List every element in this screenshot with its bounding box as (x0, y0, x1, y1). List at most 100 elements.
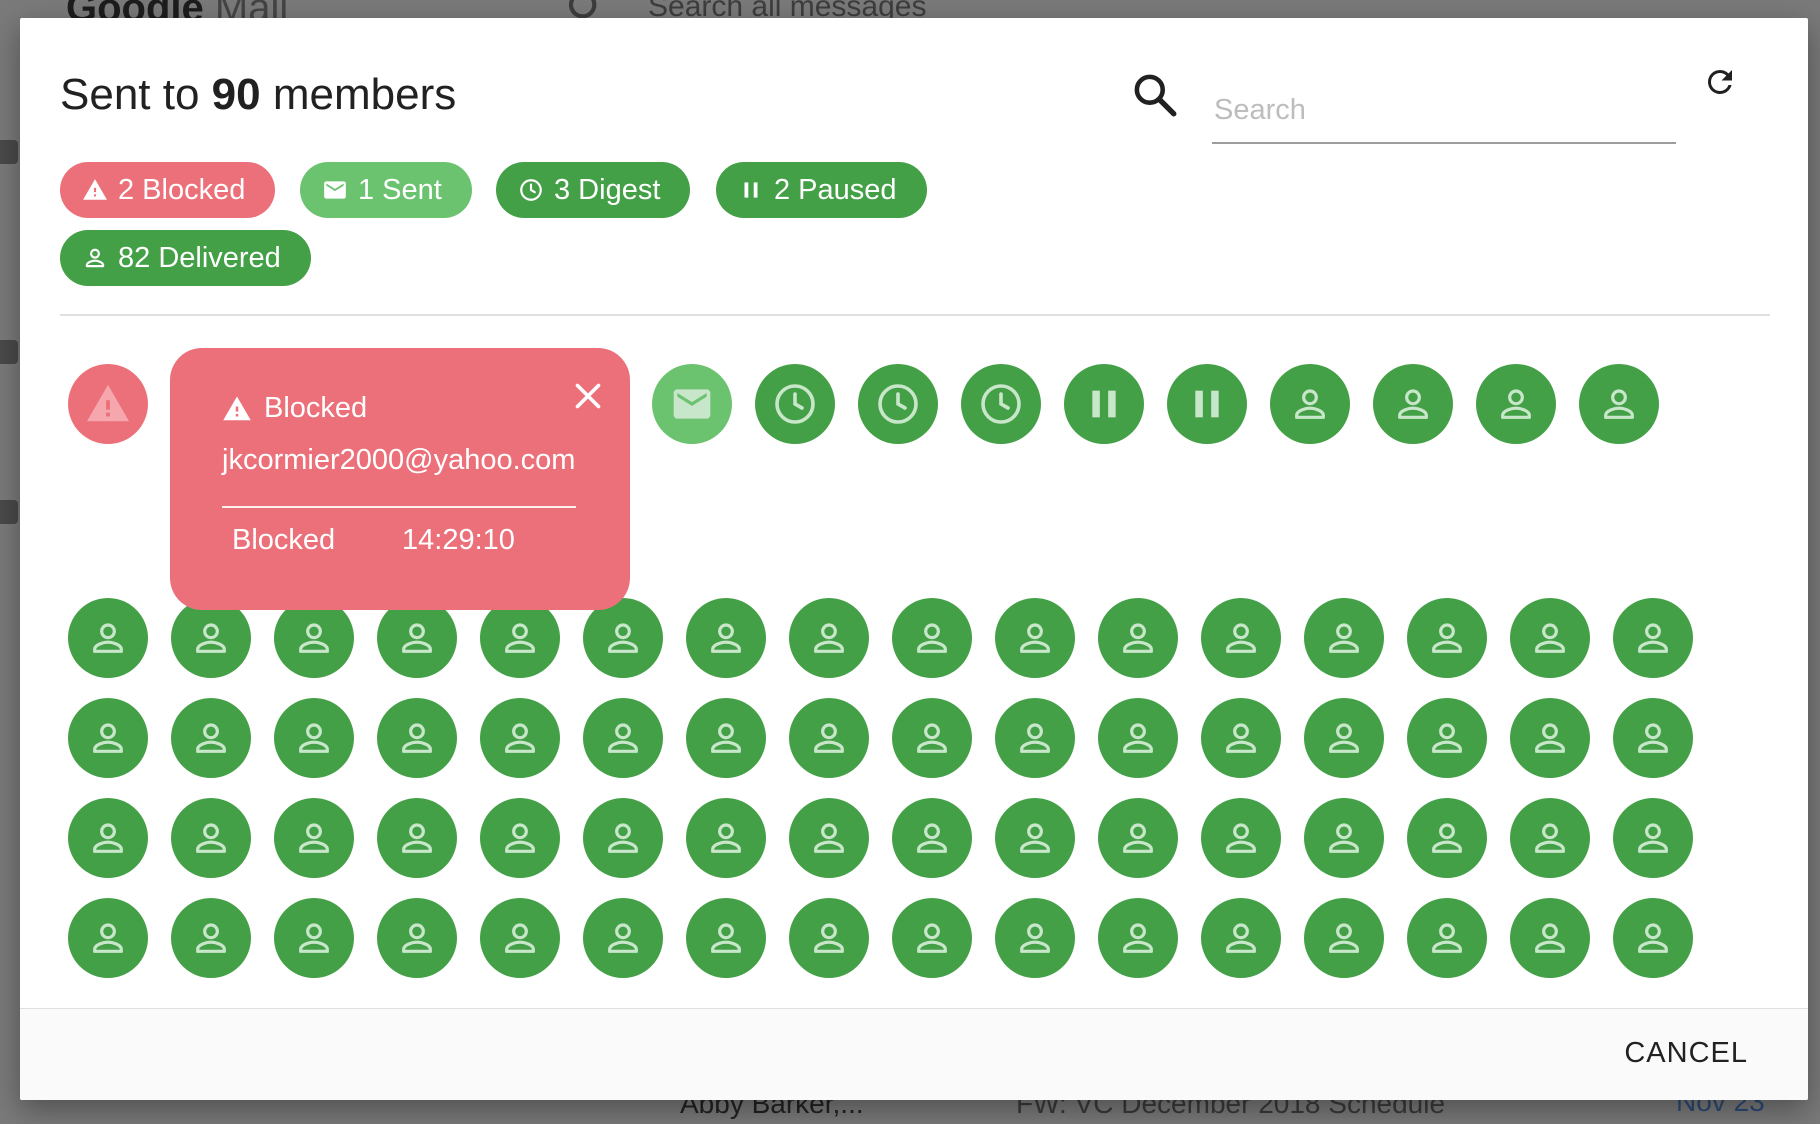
close-icon[interactable] (570, 378, 606, 414)
member-status-delivered[interactable] (789, 798, 869, 878)
member-status-delivered[interactable] (789, 898, 869, 978)
member-status-delivered[interactable] (1613, 898, 1693, 978)
member-status-delivered[interactable] (377, 698, 457, 778)
search-input[interactable] (1212, 78, 1676, 144)
member-status-delivered[interactable] (1407, 798, 1487, 878)
member-status-delivered[interactable] (1510, 698, 1590, 778)
member-status-delivered[interactable] (1613, 698, 1693, 778)
filter-chip-digest[interactable]: 3 Digest (496, 162, 691, 218)
background-rail-icon (0, 140, 18, 164)
cancel-button[interactable]: CANCEL (1624, 1037, 1748, 1070)
member-status-delivered[interactable] (377, 898, 457, 978)
member-status-delivered[interactable] (1579, 364, 1659, 444)
member-status-delivered[interactable] (480, 698, 560, 778)
member-status-delivered[interactable] (377, 598, 457, 678)
member-status-delivered[interactable] (892, 898, 972, 978)
refresh-icon[interactable] (1702, 64, 1738, 100)
filter-chip-paused[interactable]: 2 Paused (716, 162, 927, 218)
warning-icon (223, 396, 251, 420)
member-status-paused[interactable] (1064, 364, 1144, 444)
member-status-sent[interactable] (652, 364, 732, 444)
member-status-delivered[interactable] (583, 598, 663, 678)
member-status-delivered[interactable] (1304, 898, 1384, 978)
person-icon (1226, 823, 1256, 853)
member-status-delivered[interactable] (1201, 798, 1281, 878)
member-status-delivered[interactable] (1098, 898, 1178, 978)
member-status-delivered[interactable] (171, 598, 251, 678)
blocked-detail-popup: Blocked jkcormier2000@yahoo.com Blocked … (170, 348, 630, 610)
member-status-delivered[interactable] (1407, 898, 1487, 978)
chip-label: 82 Delivered (118, 241, 281, 274)
member-status-delivered[interactable] (1510, 898, 1590, 978)
member-status-delivered[interactable] (1201, 598, 1281, 678)
member-status-delivered[interactable] (583, 898, 663, 978)
member-status-paused[interactable] (1167, 364, 1247, 444)
member-status-delivered[interactable] (1304, 698, 1384, 778)
member-status-delivered[interactable] (686, 798, 766, 878)
member-status-delivered[interactable] (995, 698, 1075, 778)
member-status-delivered[interactable] (274, 598, 354, 678)
person-icon (505, 923, 535, 953)
person-icon (1604, 389, 1634, 419)
member-status-delivered[interactable] (686, 898, 766, 978)
member-status-delivered[interactable] (377, 798, 457, 878)
person-icon (1432, 923, 1462, 953)
member-status-delivered[interactable] (480, 598, 560, 678)
member-status-delivered[interactable] (68, 798, 148, 878)
member-status-delivered[interactable] (1510, 598, 1590, 678)
member-status-delivered[interactable] (686, 598, 766, 678)
member-status-delivered[interactable] (1201, 898, 1281, 978)
member-status-delivered[interactable] (1304, 798, 1384, 878)
member-status-delivered[interactable] (892, 698, 972, 778)
member-status-delivered[interactable] (1270, 364, 1350, 444)
member-status-delivered[interactable] (789, 698, 869, 778)
member-status-blocked[interactable] (68, 364, 148, 444)
member-status-delivered[interactable] (1373, 364, 1453, 444)
member-status-delivered[interactable] (480, 898, 560, 978)
warning-icon (86, 384, 130, 422)
member-status-delivered[interactable] (274, 898, 354, 978)
member-status-delivered[interactable] (274, 698, 354, 778)
member-status-delivered[interactable] (892, 798, 972, 878)
member-status-delivered[interactable] (995, 598, 1075, 678)
member-status-delivered[interactable] (1098, 698, 1178, 778)
member-status-delivered[interactable] (171, 698, 251, 778)
member-status-delivered[interactable] (995, 898, 1075, 978)
person-icon (1020, 723, 1050, 753)
member-status-delivered[interactable] (1304, 598, 1384, 678)
member-status-delivered[interactable] (789, 598, 869, 678)
member-status-delivered[interactable] (1407, 698, 1487, 778)
member-status-delivered[interactable] (583, 698, 663, 778)
search-icon[interactable] (1130, 70, 1180, 120)
member-status-delivered[interactable] (995, 798, 1075, 878)
member-status-delivered[interactable] (68, 898, 148, 978)
filter-chip-delivered[interactable]: 82 Delivered (60, 230, 311, 286)
member-status-delivered[interactable] (686, 698, 766, 778)
member-status-digest[interactable] (858, 364, 938, 444)
member-status-delivered[interactable] (1613, 798, 1693, 878)
member-status-delivered[interactable] (583, 798, 663, 878)
person-icon (299, 823, 329, 853)
filter-chip-blocked[interactable]: 2 Blocked (60, 162, 276, 218)
person-icon (402, 623, 432, 653)
member-status-delivered[interactable] (1407, 598, 1487, 678)
member-status-delivered[interactable] (1510, 798, 1590, 878)
member-status-delivered[interactable] (171, 798, 251, 878)
member-status-delivered[interactable] (171, 898, 251, 978)
member-status-digest[interactable] (961, 364, 1041, 444)
filter-chip-sent[interactable]: 1 Sent (300, 162, 472, 218)
member-status-delivered[interactable] (1476, 364, 1556, 444)
member-status-delivered[interactable] (1098, 598, 1178, 678)
member-status-delivered[interactable] (68, 598, 148, 678)
member-status-delivered[interactable] (68, 698, 148, 778)
member-status-delivered[interactable] (1201, 698, 1281, 778)
member-status-delivered[interactable] (274, 798, 354, 878)
member-status-delivered[interactable] (1613, 598, 1693, 678)
person-icon (196, 723, 226, 753)
chip-label: 1 Sent (358, 173, 442, 206)
member-count: 90 (211, 70, 261, 119)
member-status-digest[interactable] (755, 364, 835, 444)
member-status-delivered[interactable] (892, 598, 972, 678)
member-status-delivered[interactable] (1098, 798, 1178, 878)
member-status-delivered[interactable] (480, 798, 560, 878)
